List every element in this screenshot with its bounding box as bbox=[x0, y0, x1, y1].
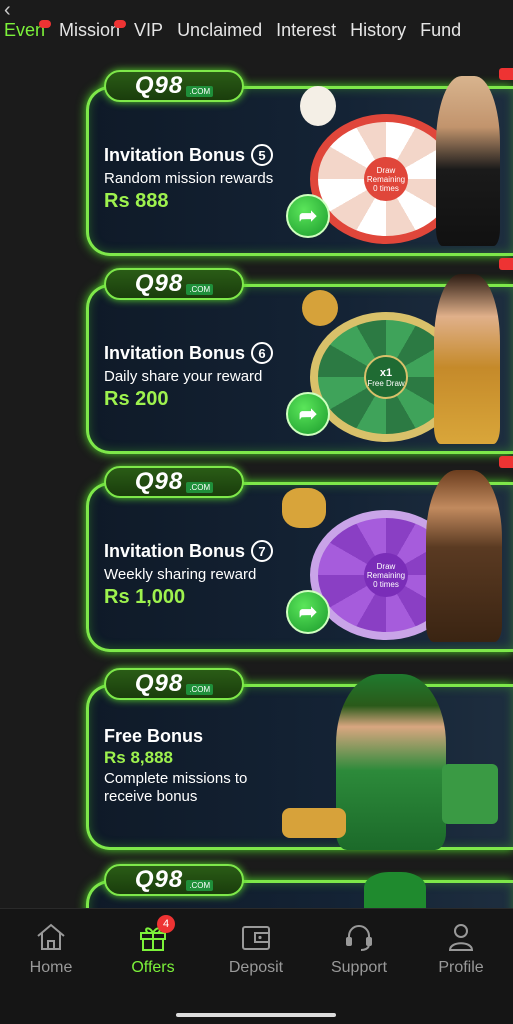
nav-label: Support bbox=[330, 959, 388, 976]
wheel-center[interactable]: x1 Free Draw bbox=[364, 355, 408, 399]
bunny-character-image bbox=[436, 76, 500, 246]
banner-number: 6 bbox=[251, 342, 273, 364]
nav-label: Offers bbox=[131, 959, 175, 976]
back-arrow-icon[interactable]: ‹ bbox=[4, 0, 11, 20]
q98-logo: Q98 .COM bbox=[104, 466, 244, 498]
invitation-bonus-5-banner[interactable]: Q98 .COM Invitation Bonus 5 Random mission… bbox=[86, 68, 513, 256]
nav-offers[interactable]: 4 Offers bbox=[113, 915, 193, 977]
gift-box-image bbox=[442, 764, 498, 824]
notification-dot bbox=[499, 68, 513, 80]
nav-deposit[interactable]: Deposit bbox=[216, 921, 296, 977]
invitation-bonus-6-banner[interactable]: Q98 .COM Invitation Bonus 6 Daily share yo… bbox=[86, 258, 513, 454]
free-bonus-amount: Rs 8,888 bbox=[104, 748, 173, 767]
notification-dot bbox=[114, 20, 127, 28]
gold-coins-image bbox=[282, 808, 346, 838]
banner-amount: Rs 888 bbox=[104, 190, 169, 212]
notification-dot bbox=[499, 258, 513, 270]
arrow-right-icon: ➦ bbox=[298, 401, 318, 426]
wallet-icon bbox=[239, 921, 273, 953]
banner-amount: Rs 200 bbox=[104, 388, 169, 410]
banner-subtitle: Random mission rewards bbox=[104, 170, 274, 187]
princess-character-image bbox=[434, 274, 500, 444]
rooster-image bbox=[300, 86, 336, 126]
wheel-center[interactable]: Draw Remaining 0 times bbox=[364, 553, 408, 597]
banner-title: Invitation Bonus 5 bbox=[104, 144, 273, 166]
user-icon bbox=[444, 921, 478, 953]
wheel-center[interactable]: Draw Remaining 0 times bbox=[364, 157, 408, 201]
tab-label: Mission bbox=[59, 20, 121, 40]
nav-label: Home bbox=[29, 959, 73, 976]
banner-number: 7 bbox=[251, 540, 273, 562]
tab-bar: Even Mission VIP Unclaimed Interest Hist… bbox=[0, 18, 513, 46]
nav-support[interactable]: Support bbox=[319, 921, 399, 977]
nav-home[interactable]: Home bbox=[11, 921, 91, 977]
cowboy-character-image bbox=[426, 470, 502, 642]
nav-label: Deposit bbox=[228, 959, 284, 976]
tab-history[interactable]: History bbox=[350, 18, 406, 46]
arrow-right-icon: ➦ bbox=[298, 599, 318, 624]
headset-icon bbox=[342, 921, 376, 953]
notification-dot bbox=[499, 456, 513, 468]
arrow-right-icon: ➦ bbox=[298, 203, 318, 228]
tab-events[interactable]: Even bbox=[4, 18, 52, 46]
free-bonus-description: Complete missions to receive bonus bbox=[104, 770, 248, 805]
banner-number: 5 bbox=[251, 144, 273, 166]
offers-badge: 4 bbox=[157, 915, 175, 933]
green-hat-image bbox=[364, 872, 426, 912]
tab-interest[interactable]: Interest bbox=[276, 18, 336, 46]
go-arrow-button[interactable]: ➦ bbox=[286, 392, 330, 436]
gold-coin-image bbox=[302, 290, 338, 326]
go-arrow-button[interactable]: ➦ bbox=[286, 590, 330, 634]
go-arrow-button[interactable]: ➦ bbox=[286, 194, 330, 238]
nav-label: Profile bbox=[438, 959, 484, 976]
banner-subtitle: Daily share your reward bbox=[104, 368, 263, 385]
tab-unclaimed[interactable]: Unclaimed bbox=[177, 18, 262, 46]
invitation-bonus-7-banner[interactable]: Q98 .COM Invitation Bonus 7 Weekly sharing… bbox=[86, 456, 513, 652]
tab-fund[interactable]: Fund bbox=[420, 18, 461, 46]
q98-logo: Q98 .COM bbox=[104, 70, 244, 102]
banner-amount: Rs 1,000 bbox=[104, 586, 186, 608]
banner-subtitle: Weekly sharing reward bbox=[104, 566, 257, 583]
q98-logo: Q98 .COM bbox=[104, 668, 244, 700]
q98-logo: Q98 .COM bbox=[104, 864, 244, 896]
tab-vip[interactable]: VIP bbox=[134, 18, 163, 46]
banner-title: Invitation Bonus 7 bbox=[104, 540, 273, 562]
nav-profile[interactable]: Profile bbox=[421, 921, 501, 977]
golden-lion-image bbox=[282, 488, 326, 528]
free-bonus-banner[interactable]: Q98 .COM Free Bonus Rs 8,888 Complete mis… bbox=[86, 668, 513, 850]
banner-title: Invitation Bonus 6 bbox=[104, 342, 273, 364]
home-icon bbox=[34, 921, 68, 953]
q98-logo: Q98 .COM bbox=[104, 268, 244, 300]
home-indicator-bar bbox=[176, 1013, 336, 1017]
bottom-navigation: Home 4 Offers Deposit Support Profile bbox=[0, 908, 513, 1024]
free-bonus-title: Free Bonus bbox=[104, 726, 204, 746]
notification-dot bbox=[39, 20, 52, 28]
leprechaun-character-image bbox=[336, 674, 446, 850]
tab-mission[interactable]: Mission bbox=[59, 18, 127, 46]
